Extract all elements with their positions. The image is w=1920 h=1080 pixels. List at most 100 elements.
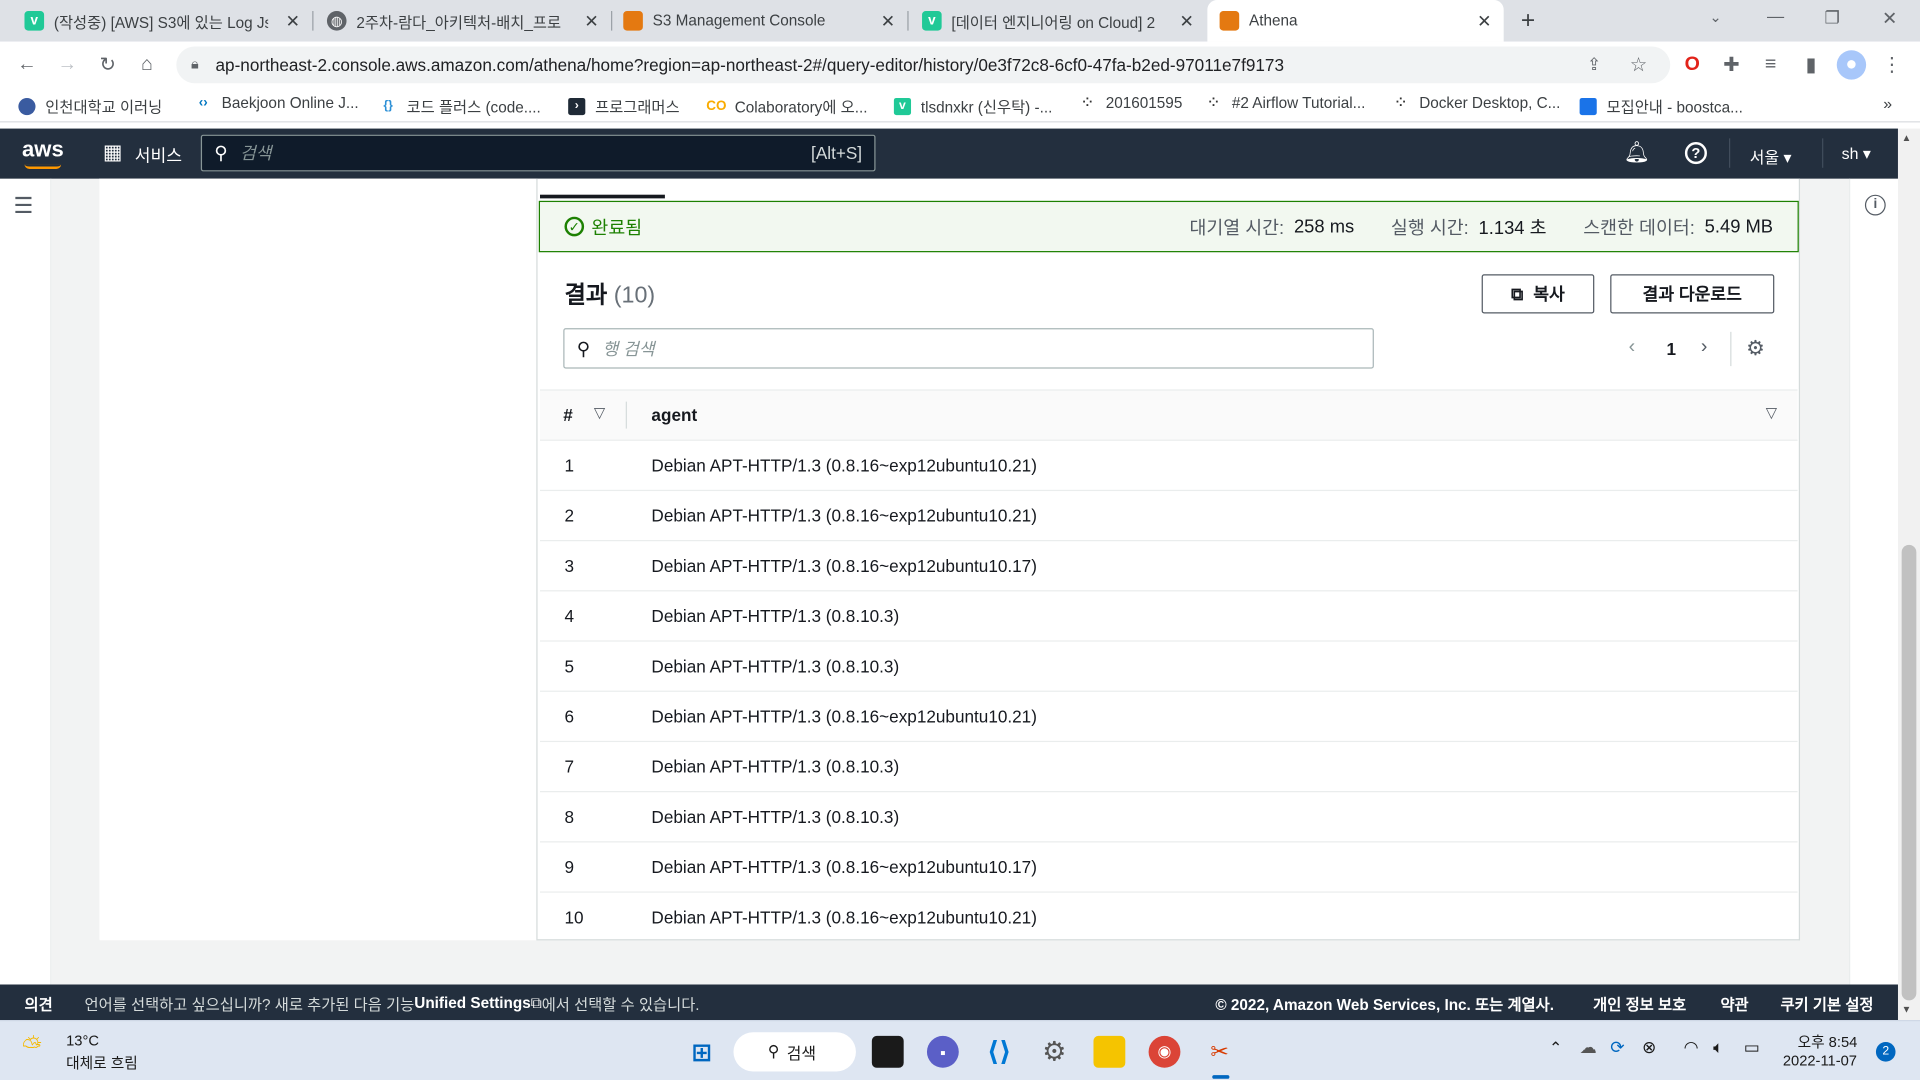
home-icon[interactable]: ⌂ bbox=[132, 50, 161, 79]
chrome-icon[interactable]: ◉ bbox=[1148, 1035, 1181, 1068]
file-explorer-icon[interactable] bbox=[1093, 1035, 1126, 1068]
close-tab-icon[interactable]: ✕ bbox=[1180, 10, 1194, 31]
onedrive-icon[interactable]: ☁ bbox=[1580, 1037, 1597, 1058]
settings-gear-icon[interactable]: ⚙ bbox=[1746, 337, 1765, 361]
scrollbar-thumb[interactable] bbox=[1901, 544, 1917, 1001]
column-header-agent[interactable]: agent bbox=[651, 405, 697, 425]
settings-app-icon[interactable]: ⚙ bbox=[1038, 1036, 1070, 1068]
opera-extension-icon[interactable]: O bbox=[1678, 50, 1707, 79]
close-tab-icon[interactable]: ✕ bbox=[286, 10, 300, 31]
sort-caret-icon[interactable]: ▽ bbox=[1766, 404, 1777, 421]
aws-search-input[interactable]: ⚲ 검색 [Alt+S] bbox=[200, 134, 876, 172]
back-icon[interactable]: ← bbox=[12, 50, 41, 79]
weather-temp[interactable]: 13°C bbox=[66, 1032, 99, 1049]
menu-icon[interactable]: ⋮ bbox=[1877, 50, 1906, 79]
bookmark-item[interactable]: v tlsdnxkr (신우탁) -... bbox=[893, 94, 1052, 117]
browser-tab[interactable]: S3 Management Console ✕ bbox=[611, 0, 907, 42]
clock-date[interactable]: 2022-11-07 bbox=[1783, 1052, 1857, 1069]
vscode-icon[interactable]: ⟨⟩ bbox=[983, 1036, 1015, 1068]
column-header-num[interactable]: # bbox=[563, 405, 573, 425]
browser-tab[interactable]: v (작성중) [AWS] S3에 있는 Log Js ✕ bbox=[12, 0, 312, 42]
services-grid-icon[interactable]: ▦ bbox=[103, 141, 123, 165]
terms-link[interactable]: 약관 bbox=[1720, 991, 1748, 1014]
bookmark-item[interactable]: ⁘ Docker Desktop, C... bbox=[1392, 94, 1561, 111]
notification-badge[interactable]: 2 bbox=[1875, 1042, 1896, 1062]
tray-overflow-icon[interactable]: ⌃ bbox=[1549, 1038, 1562, 1058]
table-row[interactable]: 6 Debian APT-HTTP/1.3 (0.8.16~exp12ubuntu… bbox=[540, 690, 1798, 741]
new-tab-icon[interactable]: + bbox=[1521, 7, 1535, 35]
hamburger-menu-icon[interactable]: ☰ bbox=[13, 193, 33, 219]
bookmark-item[interactable]: 인천대학교 이러닝 bbox=[18, 94, 162, 117]
share-icon[interactable]: ⇪ bbox=[1587, 54, 1601, 75]
task-view-icon[interactable] bbox=[871, 1035, 904, 1068]
copy-button[interactable]: ⧉ 복사 bbox=[1481, 274, 1595, 314]
wifi-icon[interactable]: ◠ bbox=[1684, 1037, 1699, 1058]
bookmarks-overflow-icon[interactable]: » bbox=[1883, 94, 1892, 112]
bookmark-item[interactable]: 모집안내 - boostca... bbox=[1579, 94, 1743, 117]
bookmark-item[interactable]: ⁘ 201601595 bbox=[1079, 94, 1182, 111]
extensions-icon[interactable]: ✚ bbox=[1717, 50, 1746, 79]
forward-icon[interactable]: → bbox=[53, 50, 82, 79]
bookmark-item[interactable]: ⁘ #2 Airflow Tutorial... bbox=[1205, 94, 1365, 111]
teams-chat-icon[interactable]: ▪ bbox=[926, 1035, 959, 1068]
table-row[interactable]: 8 Debian APT-HTTP/1.3 (0.8.10.3) bbox=[540, 791, 1798, 841]
table-row[interactable]: 2 Debian APT-HTTP/1.3 (0.8.16~exp12ubuntu… bbox=[540, 489, 1798, 540]
bookmark-item[interactable]: {} 코드 플러스 (code.... bbox=[380, 94, 540, 117]
snipping-tool-icon[interactable]: ✂ bbox=[1204, 1036, 1236, 1068]
reload-icon[interactable]: ↻ bbox=[93, 50, 122, 79]
scroll-up-icon[interactable]: ▲ bbox=[1902, 132, 1912, 143]
taskbar-search[interactable]: ⚲ 검색 bbox=[733, 1032, 856, 1072]
profile-avatar[interactable]: ● bbox=[1836, 50, 1867, 80]
account-menu[interactable]: sh ▾ bbox=[1842, 144, 1871, 164]
browser-tab-active[interactable]: Athena ✕ bbox=[1207, 0, 1504, 42]
table-row[interactable]: 1 Debian APT-HTTP/1.3 (0.8.16~exp12ubuntu… bbox=[540, 439, 1798, 490]
table-row[interactable]: 5 Debian APT-HTTP/1.3 (0.8.10.3) bbox=[540, 640, 1798, 690]
battery-icon[interactable]: ▭ bbox=[1744, 1037, 1760, 1058]
bookmark-item[interactable]: CO Colaboratory에 오... bbox=[706, 94, 867, 117]
windows-start-icon[interactable]: ⊞ bbox=[686, 1036, 718, 1068]
sync-icon[interactable]: ⟳ bbox=[1610, 1037, 1624, 1058]
unified-settings-link[interactable]: Unified Settings bbox=[414, 994, 531, 1011]
bookmark-star-icon[interactable]: ☆ bbox=[1630, 53, 1648, 77]
help-icon[interactable]: ? bbox=[1684, 142, 1707, 165]
weather-desc[interactable]: 대체로 흐림 bbox=[66, 1052, 138, 1073]
info-icon[interactable]: i bbox=[1864, 194, 1886, 216]
table-row[interactable]: 10 Debian APT-HTTP/1.3 (0.8.16~exp12ubunt… bbox=[540, 891, 1798, 941]
weather-icon[interactable]: ⛅︎ bbox=[22, 1033, 42, 1061]
address-bar[interactable]: 🔒︎ ap-northeast-2.console.aws.amazon.com… bbox=[176, 46, 1671, 84]
aws-logo[interactable]: aws bbox=[22, 137, 64, 163]
table-row[interactable]: 3 Debian APT-HTTP/1.3 (0.8.16~exp12ubuntu… bbox=[540, 540, 1798, 590]
media-icon[interactable]: ≡ bbox=[1756, 50, 1785, 79]
browser-tab[interactable]: v [데이터 엔지니어링 on Cloud] 2 ✕ bbox=[910, 0, 1206, 42]
next-page-icon[interactable]: › bbox=[1701, 337, 1708, 359]
privacy-link[interactable]: 개인 정보 보호 bbox=[1593, 991, 1686, 1014]
sort-caret-icon[interactable]: ▽ bbox=[594, 404, 605, 421]
minimize-icon[interactable]: — bbox=[1767, 6, 1784, 26]
table-row[interactable]: 4 Debian APT-HTTP/1.3 (0.8.10.3) bbox=[540, 590, 1798, 640]
notifications-bell-icon[interactable]: 🔔︎ bbox=[1624, 141, 1650, 165]
close-circle-icon[interactable]: ⊗ bbox=[1642, 1037, 1656, 1058]
tab-search-icon[interactable]: ⌄ bbox=[1709, 9, 1721, 26]
table-row[interactable]: 7 Debian APT-HTTP/1.3 (0.8.10.3) bbox=[540, 740, 1798, 791]
row-search-input[interactable]: ⚲ 행 검색 bbox=[563, 328, 1374, 369]
scroll-down-icon[interactable]: ▼ bbox=[1902, 1004, 1912, 1015]
prev-page-icon[interactable]: ‹ bbox=[1629, 337, 1636, 359]
current-page[interactable]: 1 bbox=[1667, 339, 1677, 359]
bookmark-item[interactable]: › 프로그래머스 bbox=[568, 94, 680, 117]
close-window-icon[interactable]: ✕ bbox=[1882, 7, 1897, 30]
close-tab-icon[interactable]: ✕ bbox=[1477, 10, 1491, 31]
region-selector[interactable]: 서울 ▾ bbox=[1750, 144, 1792, 167]
clock-time[interactable]: 오후 8:54 bbox=[1798, 1031, 1858, 1052]
volume-icon[interactable]: 🔈︎ bbox=[1713, 1037, 1723, 1058]
services-menu[interactable]: 서비스 bbox=[135, 143, 182, 167]
bookmark-item[interactable]: ‹› Baekjoon Online J... bbox=[195, 94, 359, 111]
sidepanel-icon[interactable]: ▮ bbox=[1796, 50, 1825, 79]
close-tab-icon[interactable]: ✕ bbox=[881, 10, 895, 31]
browser-tab[interactable]: ◍ 2주차-람다_아키텍처-배치_프로 ✕ bbox=[315, 0, 611, 42]
table-row[interactable]: 9 Debian APT-HTTP/1.3 (0.8.16~exp12ubuntu… bbox=[540, 841, 1798, 891]
cookie-preferences-link[interactable]: 쿠키 기본 설정 bbox=[1780, 991, 1873, 1014]
feedback-link[interactable]: 의견 bbox=[24, 991, 52, 1014]
restore-icon[interactable]: ❐ bbox=[1825, 7, 1840, 28]
close-tab-icon[interactable]: ✕ bbox=[584, 10, 598, 31]
download-results-button[interactable]: 결과 다운로드 bbox=[1610, 274, 1775, 314]
